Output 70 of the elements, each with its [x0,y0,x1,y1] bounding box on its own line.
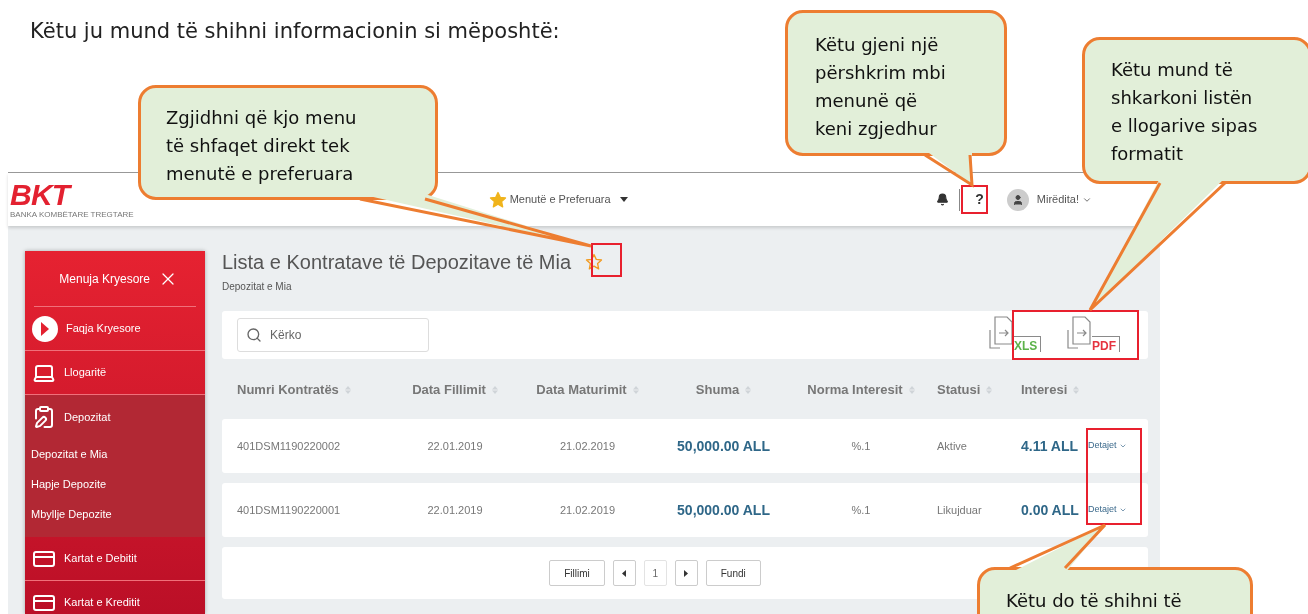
callout-note: Këtu gjeni një përshkrim mbi menunë që keni zgjedhur [785,10,1007,156]
user-avatar[interactable] [1006,188,1029,211]
sidebar-item[interactable]: Faqja Kryesore [25,307,205,351]
table-cell-text: 401DSM1190220001 [237,502,342,518]
sort-icon [632,386,639,394]
next-page-button[interactable] [674,560,698,586]
sort-icon [986,386,993,394]
column-header[interactable]: Numri Kontratës [237,380,390,400]
user-menu[interactable]: Mirëdita! [1036,191,1092,208]
details-link[interactable]: Detajet [1088,503,1127,517]
export-button[interactable]: PDF [1065,316,1127,354]
highlight-frame [961,185,988,214]
logo-caption: BANKA KOMBËTARE TREGTARE [10,210,135,219]
search-icon [246,327,262,343]
column-header[interactable]: Data Fillimit [390,380,520,400]
highlight-frame [591,243,622,277]
page-title: Lista e Kontratave të Depozitave të Mia [222,250,572,275]
table-cell-text: 50,000.00 ALL [676,500,771,520]
column-header[interactable]: Interesi [1010,380,1085,400]
sidebar-item[interactable]: Kartat e Debitit [25,537,205,581]
column-header[interactable]: Statusi [930,380,1010,400]
bank-logo: BKT [10,180,73,210]
sort-icon [1073,386,1080,394]
last-page-button[interactable]: Fundi [705,560,761,586]
details-link[interactable]: Detajet [1088,439,1127,453]
table-cell-text: 401DSM1190220002 [237,438,342,454]
table-cell-text: 21.02.2019 [558,438,617,454]
callout-pointer [924,150,974,188]
sort-icon [908,386,915,394]
sort-icon [491,386,498,394]
logo-circle-icon [32,315,58,342]
table-cell-text: Likujduar [936,502,983,518]
search-field[interactable]: Kërko [237,318,429,352]
intro-text: Këtu ju mund të shihni informacionin si mëposhtë: [30,18,560,45]
column-header[interactable]: Data Maturimit [520,380,655,400]
sort-icon [745,386,752,394]
chevron-down-icon [1118,506,1127,514]
table-cell-text: %.1 [850,438,872,454]
right-triangle-icon [684,569,689,577]
table-cell-text: 0.00 ALL [1020,500,1080,520]
table-cell-text: 22.01.2019 [426,438,484,454]
sidebar-title: Menuja Kryesore [59,270,150,288]
callout-note: Këtu mund të shkarkoni listën e llogarive sipas formatit [1082,37,1308,184]
table-cell-text: 21.02.2019 [558,502,617,518]
sidebar-subitem[interactable]: Depozitat e Mia [25,439,205,469]
sidebar-item[interactable]: Kartat e Kreditit [25,581,205,614]
column-header[interactable]: Shuma [655,380,792,400]
table-cell-text: 50,000.00 ALL [676,436,771,456]
chevron-down-icon [1118,442,1127,450]
sidebar-subitem[interactable]: Mbyllje Depozite [25,499,205,529]
sidebar-subitem[interactable]: Hapje Depozite [25,469,205,499]
help-button[interactable]: ? [970,189,989,210]
left-triangle-icon [622,569,627,577]
favorite-star-icon[interactable] [585,253,604,271]
caret-icon [619,197,628,202]
breadcrumb: Depozitat e Mia [222,280,293,294]
previous-page-button[interactable] [612,560,636,586]
table-cell-text: 4.11 ALL [1020,436,1080,456]
clipboard-pen-icon [32,405,56,429]
star-icon[interactable] [488,190,507,209]
column-header[interactable]: Norma Interesit [792,380,930,400]
bell-icon[interactable] [936,193,950,206]
sidebar-item[interactable]: Depozitat [25,395,205,439]
first-page-button[interactable]: Fillimi [549,560,605,586]
table-cell-text: %.1 [850,502,872,518]
page-number-button[interactable]: 1 [643,560,667,586]
table-cell-text: Aktive [936,438,968,454]
sort-icon [344,386,351,394]
table-cell-text: 22.01.2019 [426,502,484,518]
favorites-menu[interactable]: Menutë e Preferuara [488,190,628,209]
